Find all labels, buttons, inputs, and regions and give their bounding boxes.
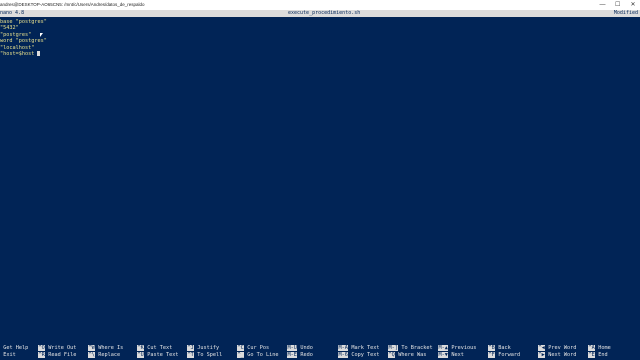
shortcut-label: Cut Text: [147, 345, 173, 351]
nano-status: Modified: [613, 10, 638, 16]
shortcut-to-spell[interactable]: ^T To Spell: [187, 352, 222, 359]
shortcut-key: M-▼: [438, 352, 449, 358]
shortcut-where-was[interactable]: ^Q Where Was: [388, 352, 426, 359]
minimize-icon[interactable]: —: [595, 0, 609, 10]
window-title: andres@DESKTOP-AO65CN5: /mnt/c/Users/And…: [0, 2, 145, 7]
shortcut-label: Go To Line: [247, 352, 279, 358]
shortcut-bar: ^GGet Help ^OWrite Out ^WWhere Is ^KCut Tex…: [0, 345, 640, 359]
mouse-pointer-icon: [40, 33, 43, 37]
terminal-window: andres@DESKTOP-AO65CN5: /mnt/c/Users/And…: [0, 0, 640, 360]
shortcut-label: Previous: [451, 345, 477, 351]
shortcut-label: Cur Pos: [247, 345, 270, 351]
shortcut-back[interactable]: ^B Back: [488, 345, 511, 352]
shortcut-key: M-A: [338, 345, 349, 351]
shortcut-label: To Bracket: [401, 345, 433, 351]
editor-line-current[interactable]: "host=$host: [0, 50, 640, 57]
shortcut-label: Paste Text: [147, 352, 179, 358]
shortcut-end[interactable]: ^E End: [588, 352, 608, 359]
shortcut-key: M-E: [287, 352, 298, 358]
shortcut-key: ^R: [38, 352, 46, 358]
shortcut-label: Replace: [98, 352, 121, 358]
editor-line-text: "host=$host: [0, 50, 35, 57]
shortcut-key: ^F: [488, 352, 496, 358]
shortcut-cut-text[interactable]: ^K Cut Text: [137, 345, 172, 352]
shortcut-where-is[interactable]: ^W Where Is: [88, 345, 123, 352]
close-icon[interactable]: ✕: [626, 0, 640, 10]
shortcut-label: Next: [451, 352, 464, 358]
shortcut-mark-text[interactable]: M-A Mark Text: [338, 345, 379, 352]
shortcut-exit[interactable]: ^XExit: [0, 352, 16, 359]
shortcut-key: ^A: [588, 345, 596, 351]
shortcut-label: Mark Text: [351, 345, 380, 351]
shortcut-key: ^K: [137, 345, 145, 351]
shortcut-key: M-U: [287, 345, 298, 351]
shortcut-key: M-▲: [438, 345, 449, 351]
shortcut-label: Next Word: [548, 352, 577, 358]
text-cursor: [37, 50, 41, 56]
shortcut-row-2: ^XExit ^RRead File ^\Replace ^UPaste Text ^T…: [0, 352, 640, 359]
shortcut-key: ^T: [187, 352, 195, 358]
shortcut-key: M-6: [338, 352, 349, 358]
shortcut-label: Prev Word: [548, 345, 577, 351]
nano-filename: execute_procedimiento.sh: [288, 10, 361, 16]
shortcut-label: Justify: [197, 345, 220, 351]
shortcut-label: Redo: [300, 352, 313, 358]
nano-version: nano 4.8: [0, 10, 25, 16]
shortcut-key: ^W: [88, 345, 96, 351]
shortcut-next[interactable]: M-▼ Next: [438, 352, 464, 359]
shortcut-undo[interactable]: M-U Undo: [287, 345, 313, 352]
shortcut-replace[interactable]: ^\ Replace: [88, 352, 120, 359]
shortcut-label: Home: [598, 345, 611, 351]
shortcut-cur-pos[interactable]: ^C Cur Pos: [237, 345, 269, 352]
shortcut-key: ^◀: [538, 345, 546, 351]
shortcut-row-1: ^GGet Help ^OWrite Out ^WWhere Is ^KCut Tex…: [0, 345, 640, 352]
shortcut-label: Where Was: [398, 352, 427, 358]
shortcut-key: M-]: [388, 345, 399, 351]
shortcut-read-file[interactable]: ^R Read File: [38, 352, 76, 359]
shortcut-get-help[interactable]: ^GGet Help: [0, 345, 28, 352]
shortcut-key: ^Q: [388, 352, 396, 358]
shortcut-redo[interactable]: M-E Redo: [287, 352, 313, 359]
shortcut-key: ^_: [237, 352, 245, 358]
shortcut-label: Copy Text: [351, 352, 380, 358]
maximize-icon[interactable]: ☐: [611, 0, 625, 10]
shortcut-label: Forward: [498, 352, 521, 358]
shortcut-key: ^\: [88, 352, 96, 358]
shortcut-go-to-line[interactable]: ^_ Go To Line: [237, 352, 278, 359]
shortcut-label: Write Out: [48, 345, 77, 351]
shortcut-prev-word[interactable]: ^◀ Prev Word: [538, 345, 576, 352]
shortcut-label: Read File: [48, 352, 77, 358]
shortcut-paste-text[interactable]: ^U Paste Text: [137, 352, 178, 359]
shortcut-copy-text[interactable]: M-6 Copy Text: [338, 352, 379, 359]
shortcut-write-out[interactable]: ^O Write Out: [38, 345, 76, 352]
shortcut-forward[interactable]: ^F Forward: [488, 352, 520, 359]
shortcut-key: ^O: [38, 345, 46, 351]
shortcut-key: ^B: [488, 345, 496, 351]
shortcut-justify[interactable]: ^J Justify: [187, 345, 219, 352]
shortcut-label: To Spell: [197, 352, 223, 358]
shortcut-key: ^U: [137, 352, 145, 358]
shortcut-label: Where Is: [98, 345, 124, 351]
shortcut-label: Get Help: [3, 345, 29, 351]
nano-header: nano 4.8 execute_procedimiento.sh Modifi…: [0, 10, 640, 17]
editor-area[interactable]: base "postgres" "5432" "postgres" word "…: [0, 19, 640, 57]
shortcut-next-word[interactable]: ^▶ Next Word: [538, 352, 576, 359]
shortcut-key: ^C: [237, 345, 245, 351]
shortcut-key: ^▶: [538, 352, 546, 358]
window-titlebar[interactable]: andres@DESKTOP-AO65CN5: /mnt/c/Users/And…: [0, 0, 640, 10]
window-controls: — ☐ ✕: [595, 0, 640, 10]
shortcut-home[interactable]: ^A Home: [588, 345, 611, 352]
shortcut-key: ^E: [588, 352, 596, 358]
shortcut-label: Exit: [3, 352, 16, 358]
shortcut-key: ^J: [187, 345, 195, 351]
shortcut-label: Undo: [300, 345, 313, 351]
shortcut-to-bracket[interactable]: M-] To Bracket: [388, 345, 433, 352]
shortcut-label: End: [598, 352, 608, 358]
shortcut-previous[interactable]: M-▲ Previous: [438, 345, 476, 352]
shortcut-label: Back: [498, 345, 511, 351]
